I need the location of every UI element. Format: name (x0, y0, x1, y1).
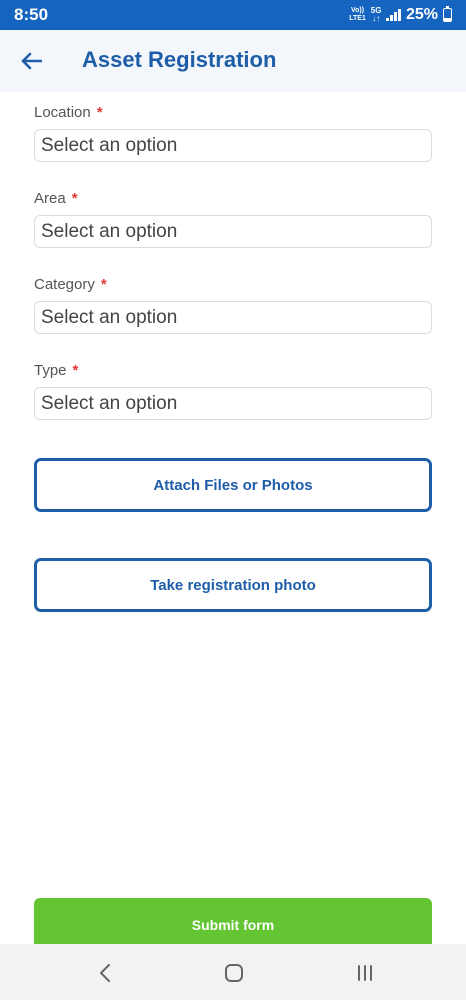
area-select-value: Select an option (41, 220, 178, 242)
volte-icon: Vo)) LTE1 (349, 7, 366, 23)
arrow-left-icon (21, 52, 42, 70)
app-header: Asset Registration (0, 30, 466, 92)
page-title: Asset Registration (82, 47, 277, 72)
volte-top-text: Vo)) (350, 7, 365, 14)
location-select[interactable]: Select an option (34, 129, 432, 162)
area-label-text: Area (34, 190, 66, 207)
location-label: Location * (34, 104, 103, 121)
type-select-value: Select an option (41, 392, 178, 414)
chevron-left-icon (100, 964, 110, 982)
category-label-text: Category (34, 276, 95, 293)
take-photo-label: Take registration photo (150, 576, 316, 594)
network-activity-text: ↓↑ (372, 14, 381, 23)
category-select[interactable]: Select an option (34, 301, 432, 334)
nav-back-button[interactable] (85, 958, 125, 988)
nav-recents-button[interactable] (345, 958, 385, 988)
status-time: 8:50 (14, 5, 49, 24)
home-icon (225, 964, 243, 982)
location-select-value: Select an option (41, 134, 178, 156)
recents-icon (358, 965, 372, 981)
area-select[interactable]: Select an option (34, 215, 432, 248)
volte-bottom-text: LTE1 (349, 15, 366, 22)
required-marker: * (96, 104, 103, 121)
location-label-text: Location (34, 104, 91, 121)
area-label: Area * (34, 190, 78, 207)
take-photo-button[interactable]: Take registration photo (34, 558, 432, 612)
battery-icon (443, 5, 452, 22)
submit-form-label: Submit form (191, 917, 275, 933)
status-indicators: Vo)) LTE1 5G ↓↑ 25% (349, 5, 452, 24)
category-label: Category * (34, 276, 107, 293)
attach-files-label: Attach Files or Photos (153, 476, 313, 494)
attach-files-button[interactable]: Attach Files or Photos (34, 458, 432, 512)
type-select[interactable]: Select an option (34, 387, 432, 420)
category-select-value: Select an option (41, 306, 178, 328)
network-5g-icon: 5G ↓↑ (371, 7, 382, 23)
required-marker: * (71, 190, 78, 207)
screen: 8:50 Vo)) LTE1 5G ↓↑ 25% Asset Registrat… (0, 0, 466, 1000)
battery-level-fill (444, 18, 451, 21)
back-button[interactable] (14, 46, 48, 76)
nav-home-button[interactable] (214, 958, 254, 988)
system-nav-bar (0, 944, 466, 1000)
signal-icon (386, 9, 401, 21)
required-marker: * (100, 276, 107, 293)
type-label-text: Type (34, 362, 67, 379)
battery-percent: 25% (405, 6, 438, 23)
type-label: Type * (34, 362, 78, 379)
status-bar: 8:50 Vo)) LTE1 5G ↓↑ 25% (0, 0, 466, 30)
required-marker: * (72, 362, 79, 379)
